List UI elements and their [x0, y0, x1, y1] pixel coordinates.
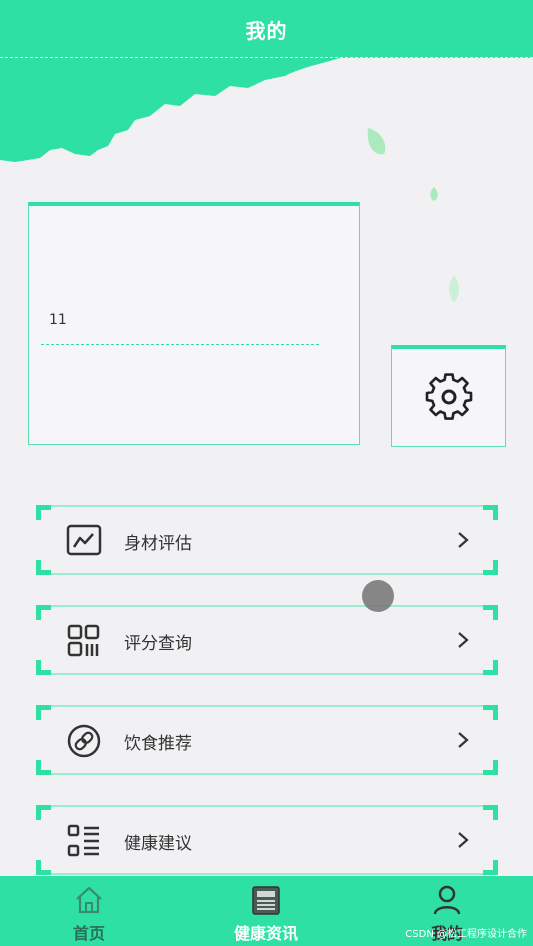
corner-decoration: [36, 660, 51, 675]
leaf-decoration: [449, 275, 459, 303]
profile-card: 11: [28, 202, 360, 445]
gear-icon: [425, 372, 472, 420]
wave-decoration: [0, 58, 340, 162]
corner-decoration: [483, 560, 498, 575]
user-icon: [433, 885, 461, 915]
corner-decoration: [483, 860, 498, 875]
corner-decoration: [36, 505, 51, 520]
menu-item-label: 健康建议: [124, 834, 192, 854]
profile-divider: [41, 344, 319, 345]
list-icon: [67, 824, 99, 857]
grid-icon: [67, 624, 100, 657]
tab-home[interactable]: 首页: [29, 876, 149, 946]
corner-decoration: [36, 860, 51, 875]
corner-decoration: [483, 760, 498, 775]
menu-item-health-advice[interactable]: 健康建议: [36, 805, 498, 875]
corner-decoration: [483, 505, 498, 520]
menu-item-label: 身材评估: [124, 534, 192, 554]
chevron-right-icon: [458, 632, 469, 648]
corner-decoration: [36, 760, 51, 775]
menu-item-score-query[interactable]: 评分查询: [36, 605, 498, 675]
news-icon: [252, 886, 280, 915]
link-icon: [67, 724, 101, 758]
corner-decoration: [483, 705, 498, 720]
chevron-right-icon: [458, 732, 469, 748]
corner-decoration: [483, 660, 498, 675]
chevron-right-icon: [458, 832, 469, 848]
tab-label: 健康资讯: [233, 924, 298, 943]
home-icon: [76, 886, 102, 914]
menu-item-label: 饮食推荐: [124, 734, 192, 754]
corner-decoration: [483, 605, 498, 620]
menu-item-label: 评分查询: [124, 634, 192, 654]
tab-label: 首页: [72, 924, 105, 943]
menu-item-diet-recommendation[interactable]: 饮食推荐: [36, 705, 498, 775]
page-title: 我的: [245, 18, 288, 43]
corner-decoration: [36, 605, 51, 620]
chevron-right-icon: [458, 532, 469, 548]
bottom-tab-bar: 首页 健康资讯 我的 CSDN @松工程序设计合作: [0, 876, 533, 946]
menu-item-body-assessment[interactable]: 身材评估: [36, 505, 498, 575]
corner-decoration: [483, 805, 498, 820]
leaf-decoration: [367, 128, 386, 155]
settings-button[interactable]: [391, 345, 506, 447]
username-text: 11: [49, 312, 67, 328]
chart-icon: [66, 524, 102, 556]
corner-decoration: [36, 805, 51, 820]
watermark-text: CSDN @松工程序设计合作: [405, 929, 527, 940]
corner-decoration: [36, 560, 51, 575]
corner-decoration: [36, 705, 51, 720]
tab-health-news[interactable]: 健康资讯: [206, 876, 326, 946]
header-bar: 我的: [0, 0, 533, 58]
leaf-decoration: [430, 187, 438, 201]
touch-cursor: [362, 580, 394, 612]
